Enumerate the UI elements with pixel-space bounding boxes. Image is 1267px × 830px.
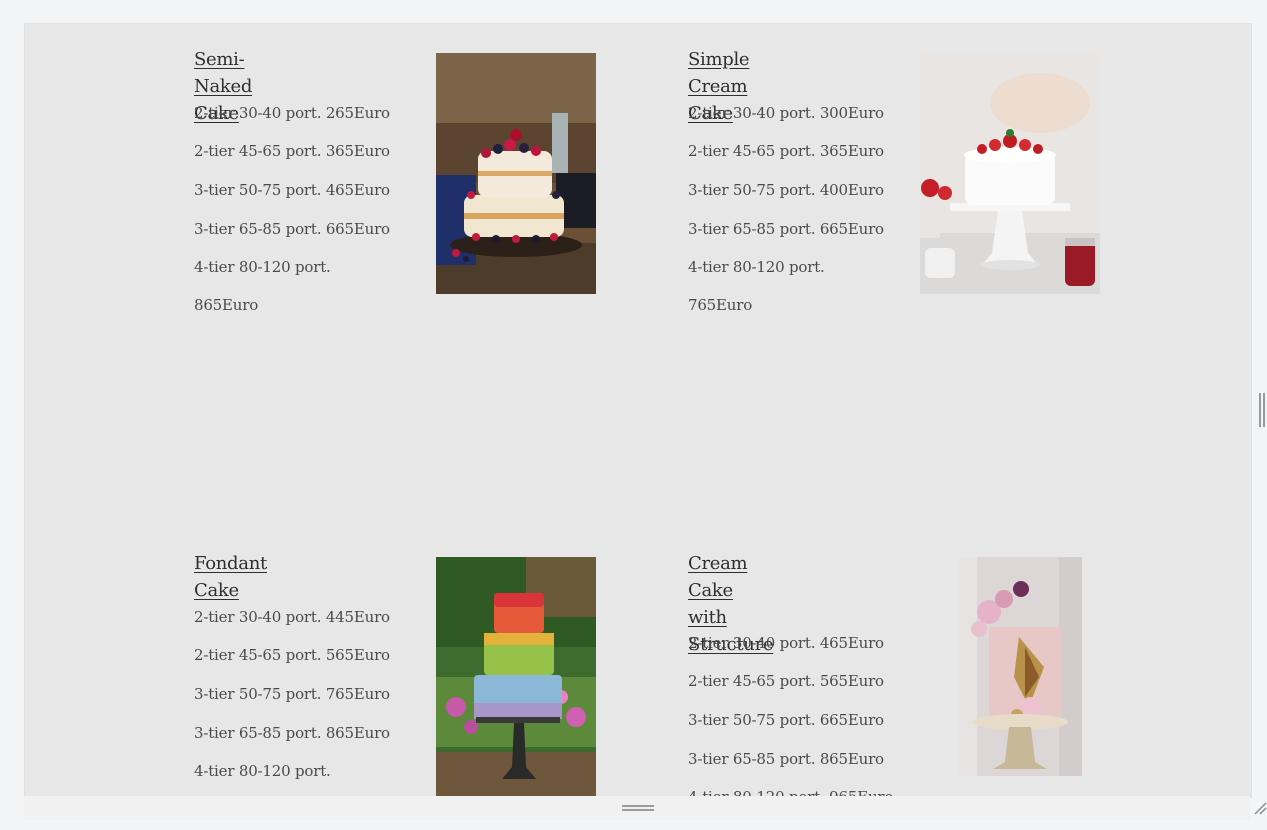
fondant-cake-photo (436, 557, 596, 797)
price-line: 3-tier 50-75 port. 665Euro (688, 711, 884, 729)
price-line: 4-tier 80-120 port. (194, 258, 331, 276)
content-frame: Semi-Naked Cake 2-tier 30-40 port. 265Eu… (24, 23, 1252, 798)
resize-grip-icon[interactable] (1253, 800, 1267, 816)
price-line: 3-tier 50-75 port. 400Euro (688, 181, 884, 199)
price-line: 3-tier 65-85 port. 865Euro (194, 724, 390, 742)
price-line: 2-tier 45-65 port. 565Euro (688, 672, 884, 690)
cake-title[interactable]: Fondant Cake (194, 550, 267, 604)
price-line: 865Euro (194, 296, 259, 314)
simple-cream-cake-photo (920, 53, 1100, 294)
price-line: 3-tier 50-75 port. 765Euro (194, 685, 390, 703)
price-line: 3-tier 65-85 port. 665Euro (688, 220, 884, 238)
price-line: 2-tier 45-65 port. 365Euro (194, 142, 390, 160)
price-line: 4-tier 80-120 port. (688, 258, 825, 276)
price-line: 765Euro (688, 296, 753, 314)
price-line: 4-tier 80-120 port. (194, 762, 331, 780)
price-line: 2-tier 45-65 port. 365Euro (688, 142, 884, 160)
semi-naked-cake-photo (436, 53, 596, 294)
price-line: 3-tier 65-85 port. 865Euro (688, 750, 884, 768)
price-line: 2-tier 30-40 port. 300Euro (688, 104, 884, 122)
price-line: 3-tier 50-75 port. 465Euro (194, 181, 390, 199)
drag-handle-icon[interactable] (622, 805, 654, 811)
structure-cream-cake-photo (959, 557, 1082, 776)
price-line: 3-tier 65-85 port. 665Euro (194, 220, 390, 238)
price-line: 2-tier 45-65 port. 565Euro (194, 646, 390, 664)
price-line: 2-tier 30-40 port. 265Euro (194, 104, 390, 122)
price-line: 2-tier 30-40 port. 465Euro (688, 634, 884, 652)
price-line: 2-tier 30-40 port. 445Euro (194, 608, 390, 626)
cake-title-line: Cream Cake with (688, 553, 748, 628)
side-drag-handle-icon[interactable] (1259, 393, 1265, 427)
